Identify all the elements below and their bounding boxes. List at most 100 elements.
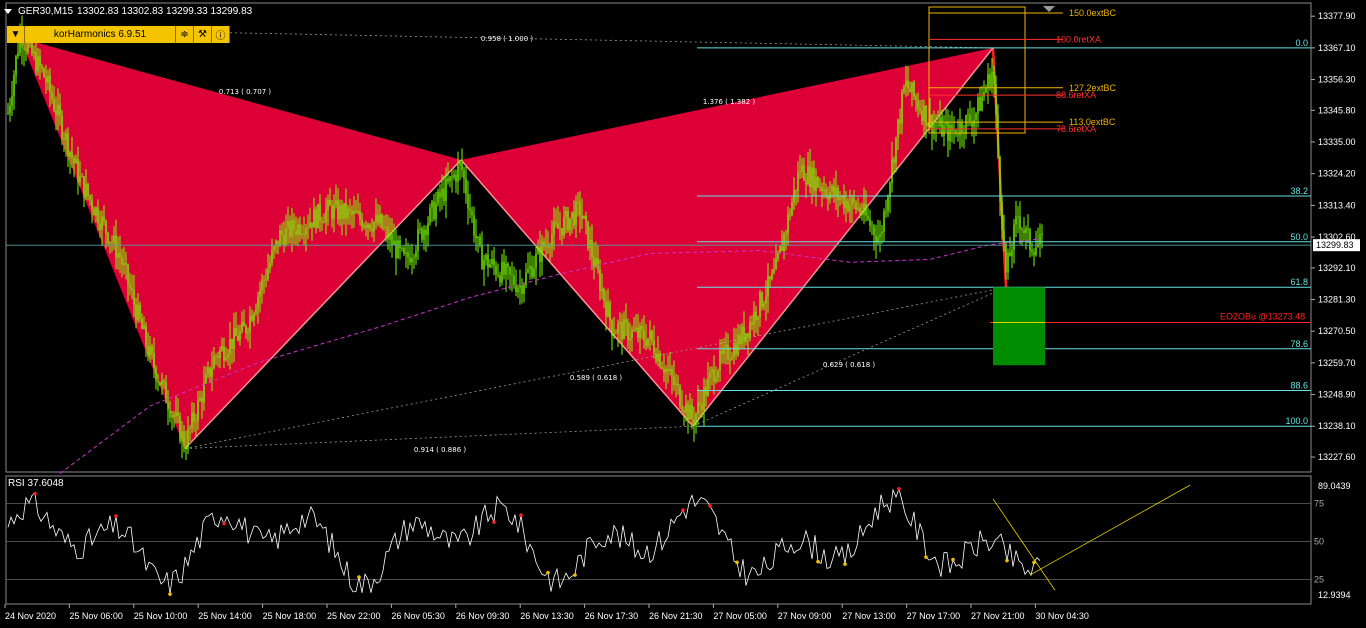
candle-body bbox=[155, 368, 157, 381]
price-tick-label: 13238.10 bbox=[1318, 421, 1356, 431]
candle-body bbox=[361, 219, 363, 228]
candle-body bbox=[965, 115, 967, 134]
candle-body bbox=[787, 214, 789, 233]
harmonic-pattern-xab bbox=[20, 38, 461, 449]
candle-body bbox=[419, 228, 421, 230]
candle-body bbox=[661, 366, 663, 369]
candle-body bbox=[447, 178, 449, 182]
indicator-menu-icon[interactable]: ▼ bbox=[7, 26, 25, 43]
candle-body bbox=[803, 165, 805, 181]
candle-body bbox=[519, 285, 521, 288]
candle-body bbox=[751, 322, 753, 325]
candle-body bbox=[81, 176, 83, 178]
candle-body bbox=[359, 210, 361, 220]
candle-body bbox=[77, 159, 79, 183]
candle-body bbox=[395, 240, 397, 259]
candle-body bbox=[671, 369, 673, 378]
candle-body bbox=[461, 162, 463, 171]
fib-level-label: 100.0 bbox=[1285, 416, 1308, 426]
candle-body bbox=[343, 203, 345, 219]
indicator-name-button[interactable]: korHarmonics 6.9.51 bbox=[25, 26, 176, 43]
candle-body bbox=[317, 204, 319, 229]
candle-body bbox=[641, 325, 643, 330]
candle-body bbox=[991, 71, 993, 88]
candle-body bbox=[981, 96, 983, 111]
candle-body bbox=[831, 185, 833, 192]
candle-body bbox=[135, 304, 137, 321]
candle-body bbox=[655, 353, 657, 362]
rsi-level-label: 75 bbox=[1314, 498, 1324, 508]
candle-body bbox=[487, 254, 489, 268]
candle-body bbox=[717, 370, 719, 378]
candle-body bbox=[371, 228, 373, 232]
chart-menu-icon[interactable] bbox=[4, 8, 12, 14]
info-icon[interactable]: ⓘ bbox=[212, 26, 230, 43]
candle-body bbox=[759, 292, 761, 318]
candle-body bbox=[407, 252, 409, 258]
candle-body bbox=[825, 189, 827, 196]
candle-body bbox=[177, 412, 179, 417]
candle-body bbox=[377, 214, 379, 224]
candle-body bbox=[311, 222, 313, 228]
candle-body bbox=[489, 264, 491, 268]
candle-body bbox=[617, 324, 619, 333]
candle-body bbox=[813, 167, 815, 192]
candle-body bbox=[149, 346, 151, 356]
candle-body bbox=[833, 185, 835, 196]
tools-icon[interactable]: ⚒ bbox=[194, 26, 212, 43]
fib-level-label: 50.0 bbox=[1290, 232, 1308, 242]
candle-body bbox=[811, 167, 813, 188]
rsi-peak-dot bbox=[519, 513, 523, 518]
candle-body bbox=[451, 176, 453, 178]
candle-body bbox=[849, 205, 851, 211]
settings-icon[interactable]: ≑ bbox=[176, 26, 194, 43]
rsi-peak-dot bbox=[681, 508, 685, 512]
candle-body bbox=[441, 188, 443, 198]
candle-body bbox=[903, 86, 905, 93]
candle-body bbox=[721, 350, 723, 354]
ratio-label: 1.376 ( 1.382 ) bbox=[703, 98, 755, 106]
candle-body bbox=[715, 377, 717, 382]
rsi-level-label: 25 bbox=[1314, 575, 1324, 585]
candle-body bbox=[185, 446, 187, 450]
price-tick-label: 13270.50 bbox=[1318, 326, 1356, 336]
candle-body bbox=[295, 230, 297, 236]
candle-body bbox=[253, 313, 255, 321]
chart-canvas[interactable]: 0.713 ( 0.707 ) 0.958 ( 1.000 ) 1.376 ( 1.… bbox=[0, 0, 1366, 628]
candle-body bbox=[1013, 224, 1015, 251]
candle-body bbox=[579, 201, 581, 216]
candle-body bbox=[381, 214, 383, 228]
rsi-trough-dot bbox=[816, 559, 820, 564]
candle-body bbox=[713, 369, 715, 382]
candle-body bbox=[795, 189, 797, 191]
candle-body bbox=[619, 322, 621, 325]
candle-body bbox=[187, 428, 189, 450]
candle-body bbox=[801, 165, 803, 172]
candle-body bbox=[863, 203, 865, 215]
candle-body bbox=[433, 201, 435, 219]
candle-body bbox=[181, 431, 183, 442]
candle-body bbox=[729, 359, 731, 361]
candle-body bbox=[375, 214, 377, 223]
candle-body bbox=[657, 353, 659, 362]
candle-body bbox=[1041, 233, 1043, 235]
candle-body bbox=[567, 210, 569, 231]
candle-body bbox=[15, 56, 17, 76]
candle-body bbox=[315, 209, 317, 229]
candle-body bbox=[153, 353, 155, 369]
candle-body bbox=[727, 344, 729, 360]
candle-body bbox=[707, 378, 709, 396]
candle-body bbox=[329, 200, 331, 206]
candle-body bbox=[385, 226, 387, 228]
candle-body bbox=[249, 315, 251, 333]
candle-body bbox=[207, 367, 209, 375]
candle-body bbox=[467, 194, 469, 209]
candle-body bbox=[687, 403, 689, 420]
rsi-value: 37.6048 bbox=[27, 478, 64, 489]
candle-body bbox=[411, 257, 413, 263]
candle-body bbox=[639, 325, 641, 338]
candle-body bbox=[927, 124, 929, 126]
candle-body bbox=[939, 117, 941, 127]
price-tick-label: 13345.80 bbox=[1318, 105, 1356, 115]
rsi-peak-dot bbox=[897, 487, 901, 491]
